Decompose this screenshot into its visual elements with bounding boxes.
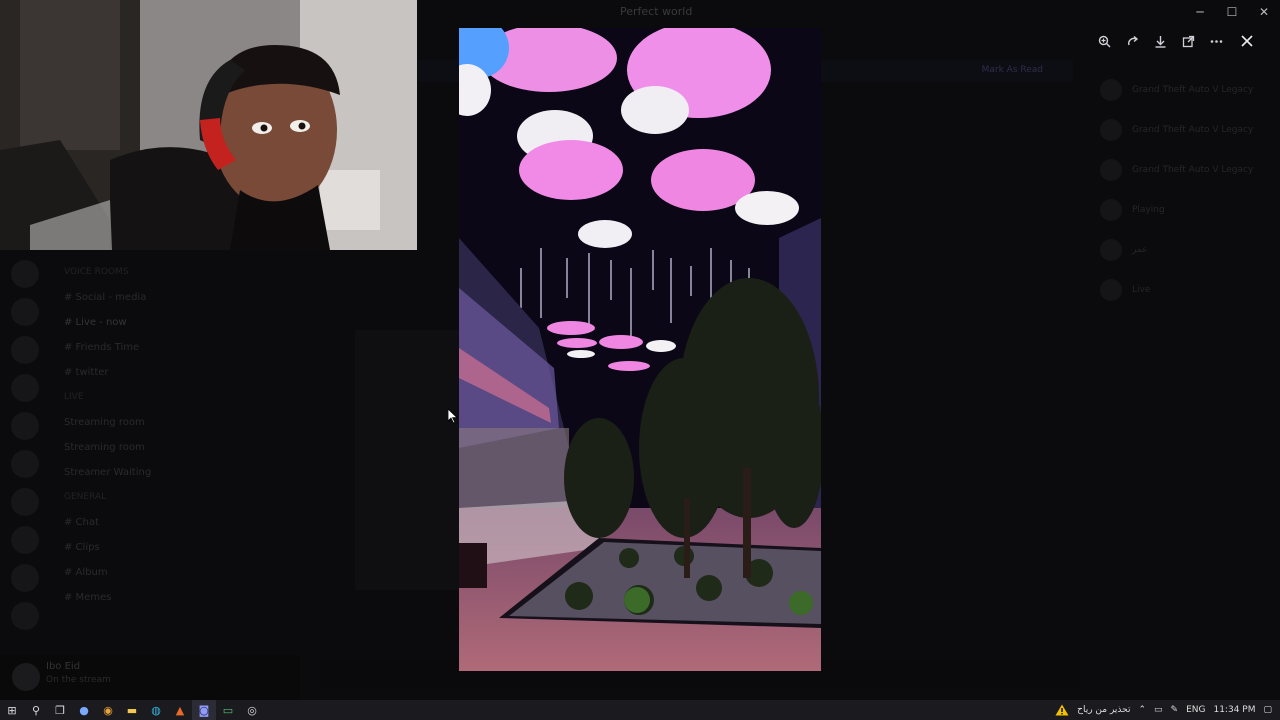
server-rail (0, 250, 50, 700)
channel-category[interactable]: LIVE (50, 385, 300, 410)
channel-item[interactable]: # Chat (50, 510, 300, 535)
server-icon[interactable] (11, 374, 39, 402)
channel-item[interactable]: # Live - now (50, 310, 300, 335)
member-item[interactable]: Grand Theft Auto V Legacy (1090, 150, 1280, 190)
webcam-overlay (0, 0, 417, 250)
chrome-icon[interactable]: ◉ (96, 700, 120, 720)
pen-icon[interactable]: ✎ (1171, 705, 1179, 715)
windows-start-icon[interactable]: ⊞ (0, 700, 24, 720)
channel-item[interactable]: # Memes (50, 585, 300, 610)
server-icon[interactable] (11, 488, 39, 516)
weather-warning-icon[interactable] (1055, 704, 1069, 716)
open-external-icon[interactable] (1177, 30, 1199, 52)
server-icon[interactable] (11, 336, 39, 364)
app-icon[interactable]: ▲ (168, 700, 192, 720)
edge-icon[interactable]: ◍ (144, 700, 168, 720)
image-viewer-toolbar (1090, 28, 1230, 54)
channel-item[interactable]: # Friends Time (50, 335, 300, 360)
channel-category[interactable]: GENERAL (50, 485, 300, 510)
avatar (1100, 119, 1122, 141)
task-view-icon[interactable]: ❐ (48, 700, 72, 720)
more-options-icon[interactable] (1205, 30, 1227, 52)
user-panel: Ibo Eid On the stream (0, 655, 300, 700)
user-status: On the stream (46, 675, 111, 685)
close-viewer-button[interactable] (1234, 28, 1260, 54)
voice-channel-item[interactable]: Streamer Waiting (50, 460, 300, 485)
window-close-button[interactable]: ✕ (1248, 0, 1280, 24)
voice-channel-item[interactable]: Streaming room (50, 435, 300, 460)
zoom-in-icon[interactable] (1093, 30, 1115, 52)
channel-category[interactable]: VOICE ROOMS (50, 260, 300, 285)
server-icon[interactable] (11, 564, 39, 592)
window-title: Perfect world (620, 5, 693, 18)
channel-item[interactable]: # twitter (50, 360, 300, 385)
channel-list: VOICE ROOMS # Social - media # Live - no… (50, 260, 300, 700)
avatar (1100, 159, 1122, 181)
obs-icon[interactable]: ◎ (240, 700, 264, 720)
member-item[interactable]: عمر (1090, 230, 1280, 270)
member-item[interactable]: Live (1090, 270, 1280, 310)
maximize-button[interactable]: ☐ (1216, 0, 1248, 24)
chat-image-thumbnail[interactable] (355, 330, 460, 590)
network-icon[interactable]: ▭ (1154, 705, 1163, 715)
image-viewer-photo[interactable] (459, 28, 821, 671)
voice-channel-item[interactable]: Streaming room (50, 410, 300, 435)
user-name: Ibo Eid (46, 661, 81, 672)
avatar (1100, 199, 1122, 221)
chevron-up-icon[interactable]: ⌃ (1138, 705, 1146, 715)
notification-icon[interactable]: ▢ (1263, 705, 1272, 715)
server-icon[interactable] (11, 602, 39, 630)
clock[interactable]: 11:34 PM (1213, 705, 1255, 715)
server-icon[interactable] (11, 298, 39, 326)
language-indicator[interactable]: ENG (1186, 705, 1205, 715)
member-item[interactable]: Grand Theft Auto V Legacy (1090, 110, 1280, 150)
minimize-button[interactable]: ─ (1184, 0, 1216, 24)
close-icon (1241, 35, 1253, 47)
windows-taskbar: ⊞ ⚲ ❐ ● ◉ ▬ ◍ ▲ ◙ ▭ ◎ تحذير من رياح ⌃ ▭ … (0, 700, 1280, 720)
copilot-icon[interactable]: ● (72, 700, 96, 720)
member-list: Grand Theft Auto V Legacy Grand Theft Au… (1090, 70, 1280, 690)
server-icon[interactable] (11, 526, 39, 554)
rotate-icon[interactable] (1121, 30, 1143, 52)
server-icon[interactable] (11, 412, 39, 440)
avatar (1100, 279, 1122, 301)
file-explorer-icon[interactable]: ▬ (120, 700, 144, 720)
mark-as-read-button[interactable]: Mark As Read (982, 65, 1043, 75)
channel-item[interactable]: # Album (50, 560, 300, 585)
member-item[interactable]: Grand Theft Auto V Legacy (1090, 70, 1280, 110)
avatar[interactable] (12, 663, 40, 691)
discord-icon[interactable]: ◙ (192, 700, 216, 720)
system-tray: تحذير من رياح ⌃ ▭ ✎ ENG 11:34 PM ▢ (1055, 700, 1280, 720)
weather-warning-text[interactable]: تحذير من رياح (1077, 705, 1130, 715)
download-icon[interactable] (1149, 30, 1171, 52)
member-item[interactable]: Playing (1090, 190, 1280, 230)
avatar (1100, 239, 1122, 261)
server-icon[interactable] (11, 260, 39, 288)
channel-item[interactable]: # Clips (50, 535, 300, 560)
channel-item[interactable]: # Social - media (50, 285, 300, 310)
avatar (1100, 79, 1122, 101)
mouse-cursor-icon (447, 408, 458, 428)
window-controls: ─ ☐ ✕ (1184, 0, 1280, 24)
search-icon[interactable]: ⚲ (24, 700, 48, 720)
terminal-icon[interactable]: ▭ (216, 700, 240, 720)
server-icon[interactable] (11, 450, 39, 478)
